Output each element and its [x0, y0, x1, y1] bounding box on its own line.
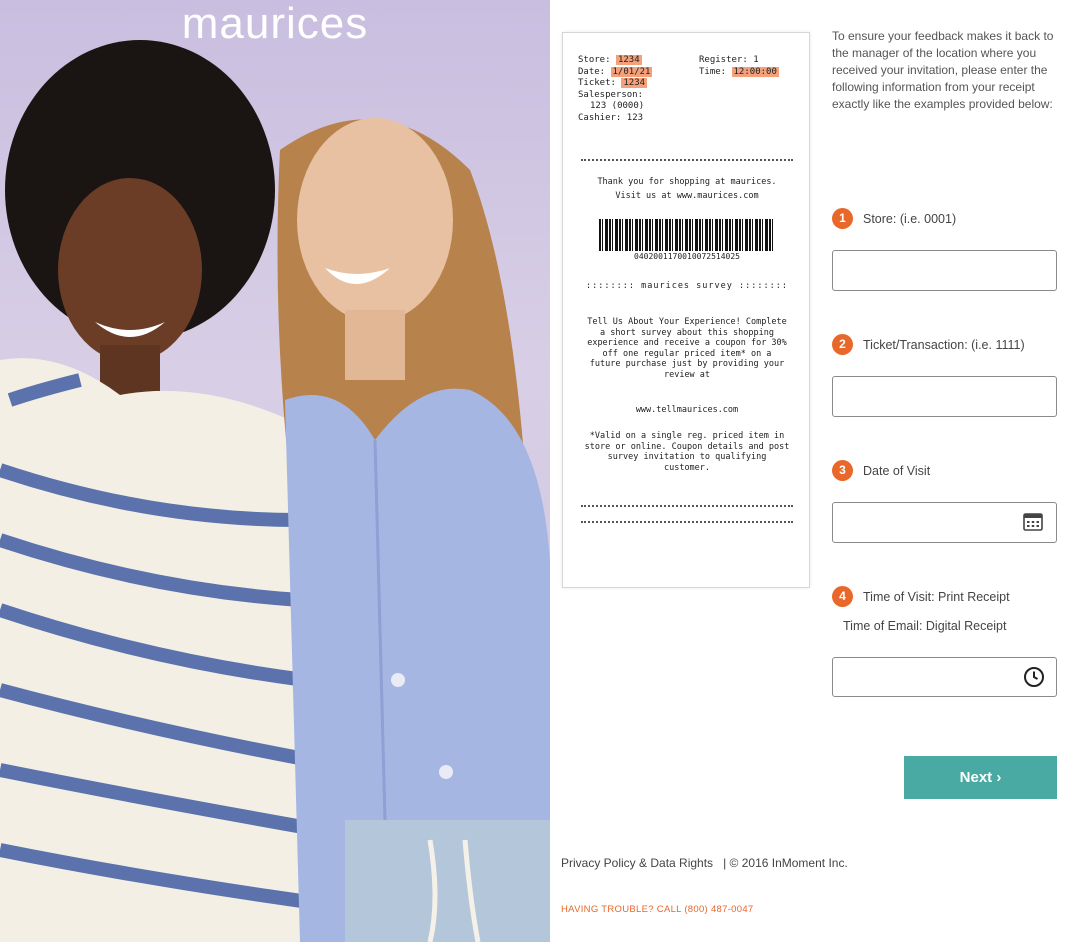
receipt-store-value: 1234 [615, 55, 642, 65]
step-number-3: 3 [832, 460, 853, 481]
hero-photo-illustration [0, 40, 550, 942]
receipt-left-block: Store: 1234 Date: 1/01/21 Ticket: 1234 S… [578, 55, 653, 124]
receipt-divider-bottom-2 [581, 521, 793, 523]
receipt-cashier-value: 123 [626, 112, 644, 123]
receipt-thanks-line1: Thank you for shopping at maurices. [597, 177, 777, 187]
help-phone-text: HAVING TROUBLE? CALL (800) 487-0047 [561, 904, 754, 915]
footer: Privacy Policy & Data Rights | © 2016 In… [561, 856, 848, 870]
store-input[interactable] [832, 250, 1057, 291]
footer-separator: | [723, 856, 727, 870]
receipt-cashier-label: Cashier: [578, 112, 622, 123]
privacy-policy-link[interactable]: Privacy Policy & Data Rights [561, 856, 713, 870]
receipt-register-value: 1 [753, 55, 759, 65]
receipt-barcode-number: 0402001170010072514025 [634, 252, 740, 261]
copyright-text: © 2016 InMoment Inc. [729, 856, 848, 870]
hero-image: maurices [0, 0, 550, 942]
store-field-label: 1 Store: (i.e. 0001) [832, 208, 956, 229]
receipt-salesperson-value: 123 (0000) [590, 101, 645, 111]
time-label-text: Time of Visit: Print Receipt [863, 589, 1010, 604]
time-field-label: 4 Time of Visit: Print Receipt [832, 586, 1010, 607]
receipt-disclaimer: *Valid on a single reg. priced item in s… [584, 431, 790, 473]
receipt-right-block: Register: 1 Time: 12:00:00 [699, 55, 779, 78]
receipt-time-label: Time: [699, 66, 727, 77]
step-number-4: 4 [832, 586, 853, 607]
ticket-input[interactable] [832, 376, 1057, 417]
receipt-divider [581, 159, 793, 161]
receipt-survey-heading-text: maurices survey [641, 281, 733, 291]
ticket-label-text: Ticket/Transaction: (i.e. 1111) [863, 337, 1025, 352]
store-label-text: Store: (i.e. 0001) [863, 211, 957, 226]
receipt-store-label: Store: [578, 55, 611, 65]
receipt-date-value: 1/01/21 [610, 66, 653, 77]
ticket-field-label: 2 Ticket/Transaction: (i.e. 1111) [832, 334, 1025, 355]
receipt-barcode [599, 219, 775, 251]
date-field-label: 3 Date of Visit [832, 460, 930, 481]
calendar-icon[interactable] [1022, 511, 1044, 533]
receipt-thanks-line2: Visit us at www.maurices.com [615, 191, 759, 201]
instructions-text: To ensure your feedback makes it back to… [832, 29, 1054, 111]
step-number-2: 2 [832, 334, 853, 355]
receipt-date-label: Date: [578, 66, 606, 77]
brand-logo: maurices [181, 0, 369, 48]
receipt-survey-url: www.tellmaurices.com [635, 405, 739, 415]
receipt-ticket-label: Ticket: [578, 78, 616, 88]
receipt-survey-heading: :::::::: maurices survey :::::::: [586, 281, 788, 291]
time-sublabel-text: Time of Email: Digital Receipt [843, 619, 1007, 633]
receipt-time-value: 12:00:00 [731, 66, 779, 77]
receipt-register-label: Register: [699, 55, 748, 65]
receipt-survey-text: Tell Us About Your Experience! Complete … [587, 317, 787, 380]
receipt-ticket-value: 1234 [621, 78, 648, 88]
receipt-divider-bottom-1 [581, 505, 793, 507]
date-label-text: Date of Visit [863, 463, 931, 478]
clock-icon[interactable] [1023, 666, 1045, 688]
step-number-1: 1 [832, 208, 853, 229]
next-button[interactable]: Next › [904, 756, 1057, 799]
receipt-salesperson-label: Salesperson: [578, 89, 644, 100]
receipt-example: Store: 1234 Date: 1/01/21 Ticket: 1234 S… [562, 32, 810, 588]
